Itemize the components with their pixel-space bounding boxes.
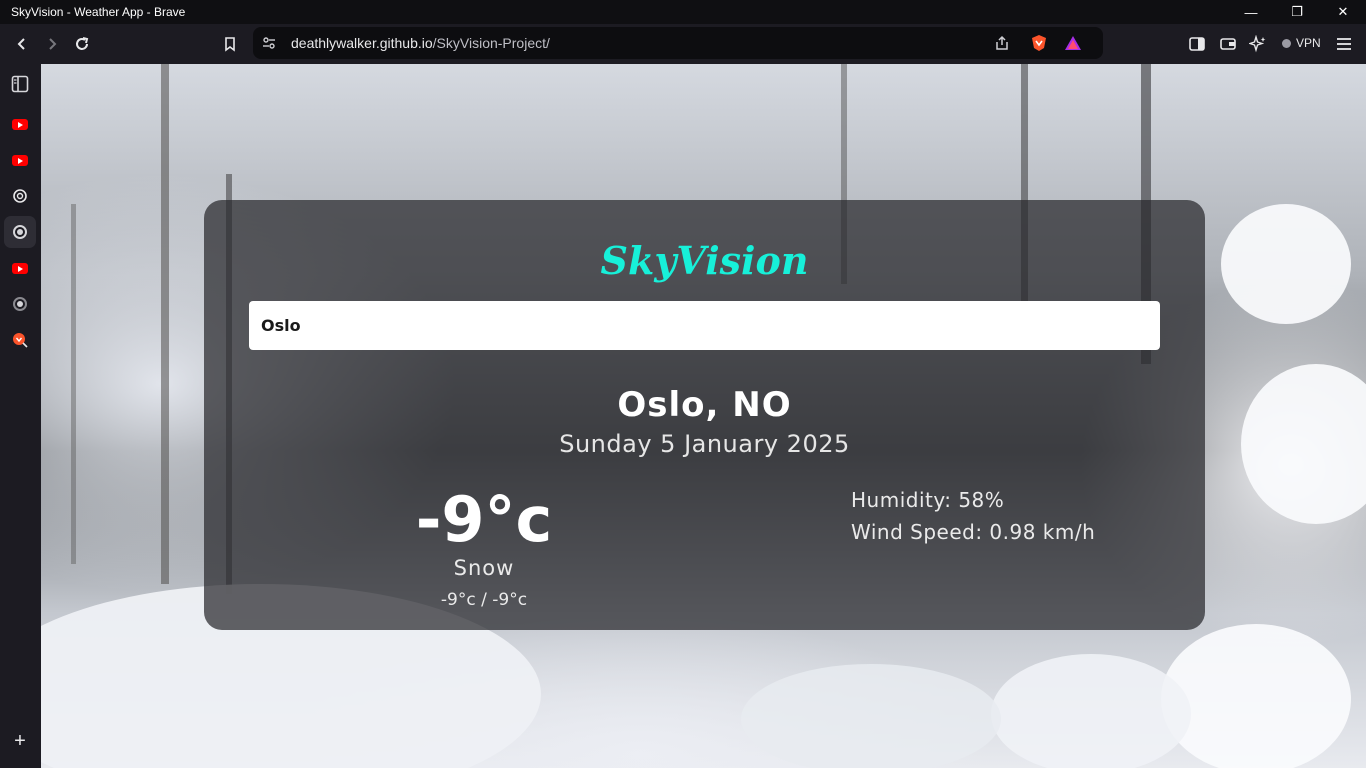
back-icon	[17, 38, 25, 50]
sidebar-item-chatgpt[interactable]	[4, 180, 36, 212]
current-date: Sunday 5 January 2025	[559, 430, 850, 458]
browser-toolbar: deathlywalker.github.io/SkyVision-Projec…	[0, 24, 1366, 64]
main-menu-button[interactable]	[1330, 30, 1358, 58]
web-page: SkyVision Oslo, NO Sunday 5 January 2025…	[41, 64, 1366, 768]
wallet-button[interactable]	[1214, 30, 1242, 58]
url-text[interactable]: deathlywalker.github.io/SkyVision-Projec…	[291, 35, 550, 51]
back-button[interactable]	[8, 30, 36, 58]
bookmark-icon	[225, 37, 235, 52]
city-search-input[interactable]	[249, 301, 1160, 350]
restore-button[interactable]: ❐	[1274, 0, 1320, 24]
reload-icon	[76, 37, 89, 50]
browser-sidebar: +	[0, 64, 41, 768]
minimize-button[interactable]: —	[1228, 0, 1274, 24]
reload-button[interactable]	[68, 30, 96, 58]
leo-ai-icon	[1249, 35, 1266, 53]
sidebar-item-youtube-3[interactable]	[4, 252, 36, 284]
sidebar-item-web[interactable]	[4, 288, 36, 320]
brave-search-icon	[13, 333, 28, 348]
sidebar-item-web-active[interactable]	[4, 216, 36, 248]
bookmark-button[interactable]	[216, 30, 244, 58]
globe-icon	[13, 225, 27, 239]
window-title: SkyVision - Weather App - Brave	[11, 5, 186, 19]
vpn-status-icon	[1282, 38, 1291, 48]
leo-ai-button[interactable]	[1244, 30, 1272, 58]
location-name: Oslo, NO	[617, 385, 792, 425]
sidebar-add-button[interactable]: +	[4, 725, 36, 757]
close-button[interactable]: ✕	[1320, 0, 1366, 24]
min-max-temperature: -9°c / -9°c	[440, 590, 528, 610]
share-icon[interactable]	[994, 35, 1010, 51]
brave-shields-icon[interactable]	[1030, 34, 1048, 52]
sidebar-panel-icon	[11, 75, 29, 93]
sidebar-item-youtube-1[interactable]	[4, 108, 36, 140]
hamburger-menu-icon	[1337, 38, 1351, 50]
youtube-icon	[12, 118, 28, 130]
sidebar-item-youtube-2[interactable]	[4, 144, 36, 176]
forward-icon	[49, 38, 57, 50]
youtube-icon	[12, 154, 28, 166]
chatgpt-icon	[13, 189, 27, 203]
vpn-label: VPN	[1296, 36, 1321, 50]
youtube-icon	[12, 262, 28, 274]
site-settings-icon[interactable]	[262, 36, 276, 50]
url-path: /SkyVision-Project/	[432, 35, 550, 51]
current-temperature: -9°c	[415, 483, 553, 556]
sidebar-toggle-button[interactable]	[1183, 30, 1211, 58]
address-bar[interactable]: deathlywalker.github.io/SkyVision-Projec…	[253, 27, 1103, 59]
forward-button[interactable]	[38, 30, 66, 58]
sidebar-toggle-icon	[1189, 37, 1205, 51]
vpn-button[interactable]: VPN	[1276, 32, 1327, 54]
app-logo: SkyVision	[600, 238, 809, 283]
weather-card: SkyVision Oslo, NO Sunday 5 January 2025…	[204, 200, 1205, 630]
url-host: deathlywalker.github.io	[291, 35, 433, 51]
humidity-value: Humidity: 58%	[851, 488, 1005, 512]
weather-condition: Snow	[453, 556, 515, 580]
sidebar-panel-button[interactable]	[4, 68, 36, 100]
globe-icon	[13, 297, 27, 311]
brave-rewards-icon[interactable]	[1064, 34, 1082, 52]
window-titlebar: SkyVision - Weather App - Brave — ❐ ✕	[0, 0, 1366, 24]
wind-speed-value: Wind Speed: 0.98 km/h	[851, 520, 1096, 544]
sidebar-item-brave-search[interactable]	[4, 324, 36, 356]
wallet-icon	[1220, 38, 1236, 50]
